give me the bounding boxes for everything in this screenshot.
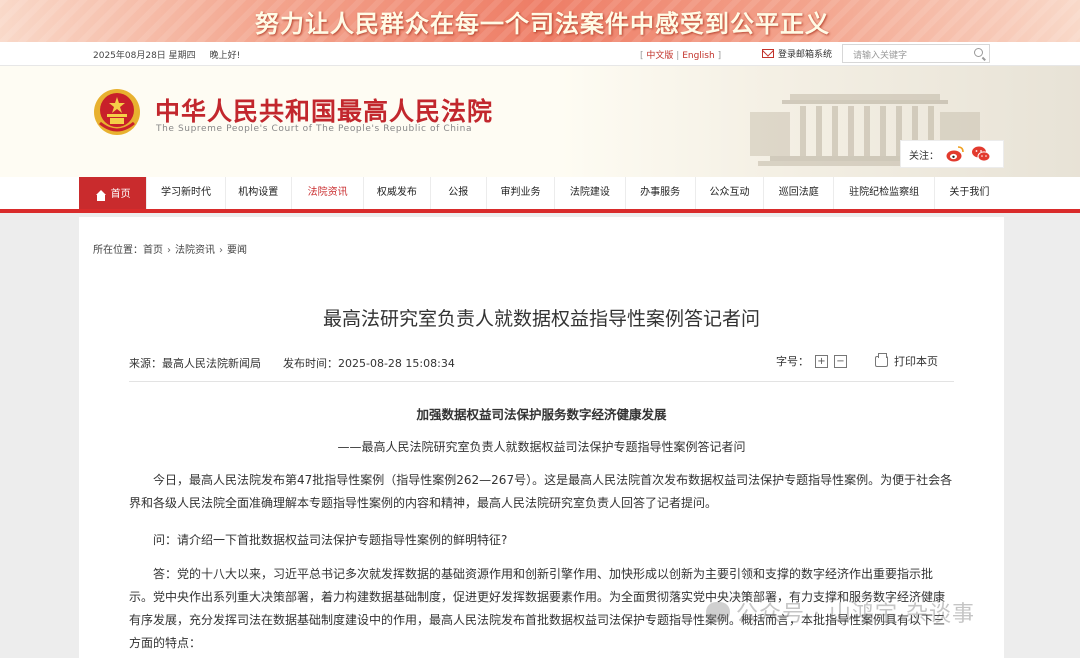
utility-bar: 2025年08月28日 星期四 晚上好! [ 中文版 | English ] 登录… (0, 42, 1080, 66)
font-decrease-button[interactable]: − (834, 354, 847, 368)
wechat-icon[interactable] (971, 144, 991, 164)
lang-cn-link[interactable]: 中文版 (646, 51, 673, 61)
article-source: 来源：最高人民法院新闻局 (129, 357, 261, 370)
national-emblem-icon (94, 89, 140, 135)
watermark: 公众号 · 山鸿宇 杂谈事 (706, 596, 975, 628)
article-tools: 字号： + − 打印本页 (776, 352, 938, 369)
mail-label: 登录邮箱系统 (778, 50, 833, 60)
main-navigation: 首页 学习新时代 机构设置 法院资讯 权威发布 公报 审判业务 法院建设 办事服… (79, 177, 1004, 213)
article-container: 所在位置：首页 › 法院资讯 › 要闻 最高法研究室负责人就数据权益指导性案例答记者问 … (79, 217, 1004, 658)
court-name-en: The Supreme People's Court of The People… (156, 124, 473, 134)
article-meta: 来源：最高人民法院新闻局 发布时间：2025-08-28 15:08:34 (129, 355, 455, 371)
nav-item-trial-business[interactable]: 审判业务 (487, 177, 556, 213)
court-name-cn[interactable]: 中华人民共和国最高人民法院 (155, 92, 493, 128)
breadcrumb-separator: › (167, 245, 171, 256)
follow-label: 关注： (909, 150, 939, 162)
nav-item-label: 首页 (110, 189, 131, 200)
font-size-label: 字号： (776, 355, 809, 368)
article-subheading: 加强数据权益司法保护服务数字经济健康发展 (416, 407, 667, 422)
breadcrumb-headlines[interactable]: 要闻 (227, 245, 247, 256)
search-placeholder: 请输入关键字 (853, 51, 908, 61)
nav-item-services[interactable]: 办事服务 (626, 177, 696, 213)
print-icon[interactable] (875, 352, 888, 367)
nav-item-organization[interactable]: 机构设置 (226, 177, 292, 213)
breadcrumb-separator: › (219, 245, 223, 256)
breadcrumb-court-news[interactable]: 法院资讯 (175, 245, 215, 256)
main-navigation-band: 首页 学习新时代 机构设置 法院资讯 权威发布 公报 审判业务 法院建设 办事服… (0, 177, 1080, 213)
watermark-text: 公众号 · 山鸿宇 杂谈事 (736, 602, 975, 627)
breadcrumb: 所在位置：首页 › 法院资讯 › 要闻 (93, 241, 247, 256)
nav-item-public-interaction[interactable]: 公众互动 (696, 177, 765, 213)
nav-item-home[interactable]: 首页 (79, 177, 148, 213)
search-input[interactable]: 请输入关键字 (842, 44, 990, 63)
mail-login-link[interactable]: 登录邮箱系统 (762, 47, 832, 60)
slogan-text: 努力让人民群众在每一个司法案件中感受到公平正义 (255, 10, 830, 38)
article-question: 问：请介绍一下首批数据权益司法保护专题指导性案例的鲜明特征? (153, 533, 508, 547)
article-paragraph: 今日，最高人民法院发布第47批指导性案例（指导性案例262—267号）。这是最高… (129, 473, 953, 510)
nav-item-study[interactable]: 学习新时代 (147, 177, 226, 213)
weibo-icon[interactable] (945, 144, 965, 164)
search-icon[interactable] (974, 48, 983, 57)
article-published: 发布时间：2025-08-28 15:08:34 (283, 357, 455, 370)
site-header: 中华人民共和国最高人民法院 The Supreme People's Court… (0, 66, 1080, 177)
breadcrumb-home[interactable]: 首页 (143, 245, 163, 256)
home-icon (95, 189, 107, 201)
breadcrumb-prefix: 所在位置： (93, 245, 143, 256)
current-date: 2025年08月28日 星期四 (93, 51, 196, 61)
slogan-banner: 努力让人民群众在每一个司法案件中感受到公平正义 (0, 0, 1080, 42)
nav-item-releases[interactable]: 权威发布 (364, 177, 431, 213)
article-subtitle-line: ——最高人民法院研究室负责人就数据权益司法保护专题指导性案例答记者问 (337, 440, 746, 454)
meta-divider (129, 381, 954, 382)
nav-item-court-news[interactable]: 法院资讯 (292, 177, 365, 213)
nav-item-about-us[interactable]: 关于我们 (935, 177, 1004, 213)
nav-item-court-construction[interactable]: 法院建设 (555, 177, 626, 213)
language-switch: [ 中文版 | English ] (640, 51, 722, 61)
print-button[interactable]: 打印本页 (894, 353, 938, 369)
article-title: 最高法研究室负责人就数据权益指导性案例答记者问 (322, 308, 760, 330)
nav-item-discipline-team[interactable]: 驻院纪检监察组 (834, 177, 935, 213)
nav-item-gazette[interactable]: 公报 (431, 177, 487, 213)
mail-icon (762, 49, 774, 58)
wechat-watermark-icon (706, 602, 730, 622)
date-greeting: 2025年08月28日 星期四 晚上好! (93, 48, 240, 61)
font-increase-button[interactable]: + (815, 354, 828, 368)
greeting: 晚上好! (209, 51, 241, 61)
follow-panel: 关注： (900, 140, 1004, 168)
nav-item-circuit-courts[interactable]: 巡回法庭 (764, 177, 835, 213)
lang-en-link[interactable]: English (682, 51, 715, 61)
